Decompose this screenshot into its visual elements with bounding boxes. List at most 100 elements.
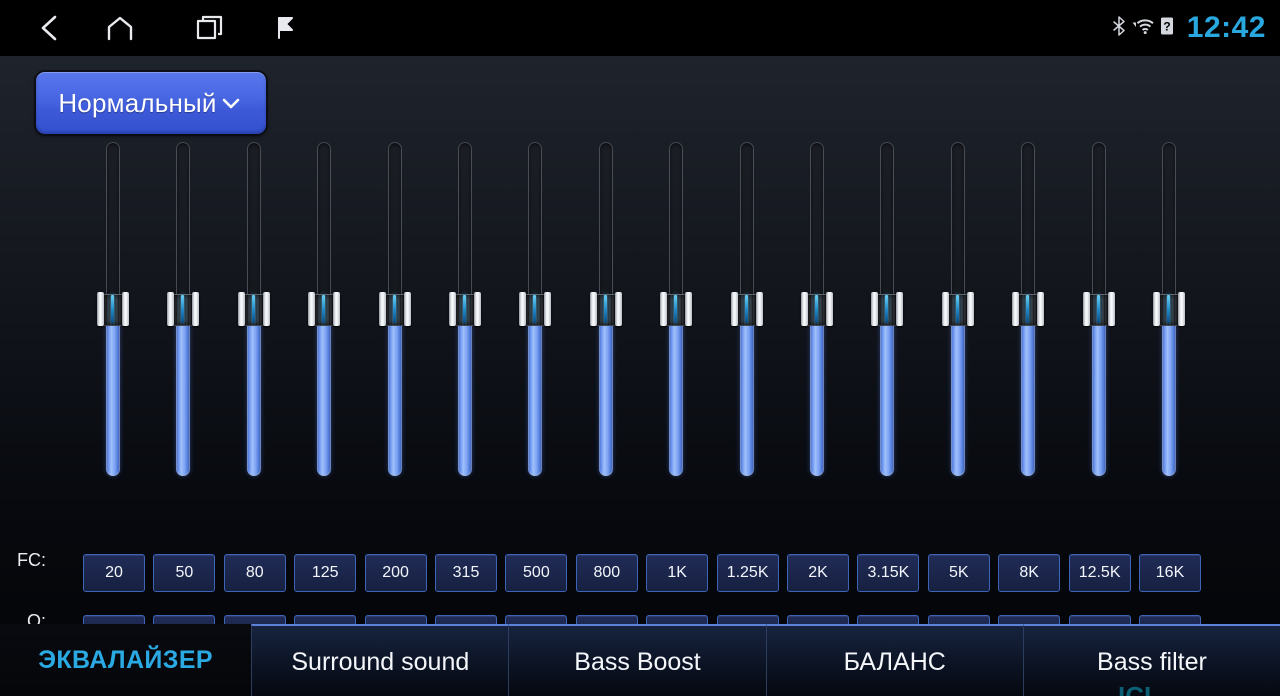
bluetooth-icon <box>1112 15 1126 42</box>
thumb-cap-right <box>544 292 552 326</box>
thumb-cap-right <box>685 292 693 326</box>
thumb-cap-right <box>826 292 833 326</box>
tab-2[interactable]: Surround sound <box>251 624 509 696</box>
slider-thumb[interactable] <box>449 292 481 326</box>
slider-fill <box>528 309 543 476</box>
thumb-cap-right <box>1037 292 1045 326</box>
thumb-cap-left <box>449 292 456 326</box>
fc-value-box[interactable]: 80 <box>223 554 286 592</box>
thumb-cap-left <box>941 292 949 326</box>
fc-value-box[interactable]: 12.5K <box>1068 554 1131 592</box>
flag-icon[interactable] <box>257 0 313 56</box>
eq-slider-20[interactable] <box>97 142 129 476</box>
eq-slider-200[interactable] <box>378 142 411 476</box>
eq-slider-2k[interactable] <box>801 142 833 476</box>
bottom-tab-bar: ЭКВАЛАЙЗЕР Surround sound Bass Boost БАЛАНС… <box>0 624 1280 696</box>
thumb-indicator <box>463 295 466 323</box>
fc-value-box[interactable]: 200 <box>364 554 427 592</box>
fc-value-box[interactable]: 125 <box>294 554 357 592</box>
thumb-indicator <box>955 295 959 323</box>
fc-value-box[interactable]: 1K <box>646 554 709 592</box>
fc-value-box[interactable]: 1.25K <box>716 554 779 592</box>
slider-fill <box>246 309 261 476</box>
thumb-indicator <box>1026 295 1030 323</box>
thumb-indicator <box>603 295 607 323</box>
thumb-cap-right <box>966 292 974 326</box>
thumb-cap-right <box>333 292 341 326</box>
eq-slider-3.15k[interactable] <box>871 142 904 476</box>
fc-row-label: FC: <box>17 550 46 570</box>
eq-slider-500[interactable] <box>519 142 552 476</box>
home-icon[interactable] <box>92 0 148 56</box>
slider-thumb[interactable] <box>378 292 411 326</box>
eq-slider-8k[interactable] <box>1012 142 1045 476</box>
fc-value-box[interactable]: 2K <box>787 554 849 592</box>
slider-fill <box>810 309 824 476</box>
slider-thumb[interactable] <box>308 292 341 326</box>
tab-5[interactable]: Bass filter <box>1022 624 1280 696</box>
tab-4[interactable]: БАЛАНС <box>765 624 1023 696</box>
svg-text:?: ? <box>1163 19 1170 33</box>
thumb-cap-right <box>614 292 622 326</box>
thumb-indicator <box>322 295 326 323</box>
slider-thumb[interactable] <box>97 292 129 326</box>
fc-value-box[interactable]: 8K <box>998 554 1061 592</box>
eq-slider-50[interactable] <box>167 142 200 476</box>
fc-value-box[interactable]: 500 <box>505 554 568 592</box>
slider-thumb[interactable] <box>519 292 552 326</box>
wifi-icon <box>1131 16 1155 41</box>
tab-1[interactable]: ЭКВАЛАЙЗЕР <box>0 624 252 696</box>
eq-slider-125[interactable] <box>308 142 341 476</box>
slider-fill <box>176 309 191 476</box>
eq-slider-16k[interactable] <box>1153 142 1185 476</box>
fc-value-box[interactable]: 5K <box>927 554 990 592</box>
tab-3[interactable]: Bass Boost <box>508 624 766 696</box>
fc-value-box[interactable]: 16K <box>1139 554 1201 592</box>
slider-thumb[interactable] <box>1082 292 1115 326</box>
thumb-cap-right <box>1107 292 1115 326</box>
slider-fill <box>1091 309 1106 476</box>
slider-thumb[interactable] <box>1153 292 1185 326</box>
slider-thumb[interactable] <box>730 292 763 326</box>
clock: 12:42 <box>1186 11 1266 44</box>
slider-fill <box>387 309 402 476</box>
slider-fill <box>739 309 754 476</box>
slider-thumb[interactable] <box>237 292 270 326</box>
slider-fill <box>669 309 684 476</box>
fc-value-box[interactable]: 315 <box>435 554 497 592</box>
status-icons: ? 12:42 <box>1112 0 1266 56</box>
thumb-cap-right <box>755 292 763 326</box>
slider-thumb[interactable] <box>871 292 904 326</box>
fc-value-box[interactable]: 3.15K <box>857 554 920 592</box>
recents-icon[interactable] <box>182 0 238 56</box>
thumb-cap-right <box>896 292 904 326</box>
eq-slider-1.25k[interactable] <box>730 142 763 476</box>
slider-fill <box>1162 309 1176 476</box>
fc-value-box[interactable]: 50 <box>153 554 216 592</box>
slider-fill <box>458 309 472 476</box>
slider-thumb[interactable] <box>167 292 200 326</box>
back-icon[interactable] <box>22 0 78 56</box>
thumb-cap-right <box>192 292 200 326</box>
eq-slider-1k[interactable] <box>660 142 693 476</box>
eq-slider-315[interactable] <box>449 142 481 476</box>
slider-thumb[interactable] <box>1012 292 1045 326</box>
slider-thumb[interactable] <box>801 292 833 326</box>
thumb-cap-left <box>308 292 316 326</box>
slider-thumb[interactable] <box>941 292 974 326</box>
eq-slider-5k[interactable] <box>941 142 974 476</box>
eq-slider-80[interactable] <box>237 142 270 476</box>
equalizer-body: Нормальный FC: Q: 20 50 80 125 200 315 500 800 1… <box>0 56 1280 696</box>
thumb-cap-left <box>97 292 104 326</box>
status-bar: ? 12:42 <box>0 0 1280 56</box>
thumb-cap-left <box>1082 292 1090 326</box>
eq-slider-800[interactable] <box>589 142 622 476</box>
eq-slider-12.5k[interactable] <box>1082 142 1115 476</box>
thumb-indicator <box>533 295 537 323</box>
fc-value-box[interactable]: 800 <box>575 554 638 592</box>
thumb-cap-left <box>237 292 245 326</box>
thumb-cap-right <box>1178 292 1185 326</box>
slider-thumb[interactable] <box>660 292 693 326</box>
fc-value-box[interactable]: 20 <box>83 554 145 592</box>
slider-thumb[interactable] <box>589 292 622 326</box>
